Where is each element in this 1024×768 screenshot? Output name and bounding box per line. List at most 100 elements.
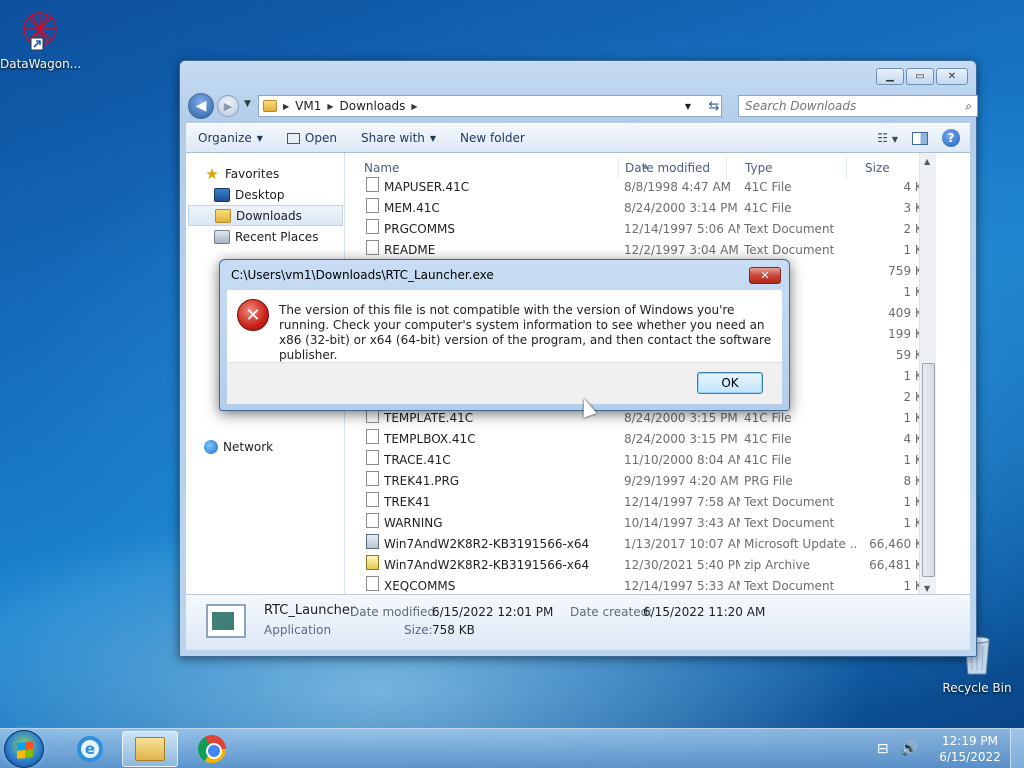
table-row[interactable]: MAPUSER.41C 8/8/1998 4:47 AM 41C File 4 KB (346, 177, 936, 198)
file-name: WARNING (384, 516, 443, 530)
scroll-up-icon[interactable]: ▲ (924, 157, 930, 166)
forward-button[interactable]: ▶ (217, 95, 239, 117)
table-row[interactable]: TREK41 12/14/1997 7:58 AM Text Document 1 K… (346, 492, 936, 513)
breadcrumb-vm1[interactable]: VM1 (295, 99, 321, 113)
ok-button[interactable]: OK (697, 372, 763, 394)
column-header-name[interactable]: Name ▲ (346, 157, 648, 179)
file-type: Text Document (744, 243, 835, 257)
file-name: README (384, 243, 436, 257)
application-thumbnail-icon (206, 604, 246, 638)
chevron-right-icon[interactable]: ▶ (411, 102, 417, 111)
taskbar-internet-explorer[interactable]: e (62, 731, 118, 767)
share-with-label: Share with (360, 131, 425, 145)
volume-icon[interactable]: 🔊 (901, 741, 918, 757)
chevron-down-icon[interactable]: ▼ (685, 102, 691, 111)
organize-button[interactable]: Organize ▼ (186, 131, 275, 145)
file-type: 41C File (744, 432, 792, 446)
file-date: 8/24/2000 3:15 PM (624, 411, 738, 425)
clock[interactable]: 12:19 PM 6/15/2022 (930, 733, 1010, 765)
refresh-button[interactable]: ⇆ (703, 95, 725, 117)
column-header-type[interactable]: Type (727, 157, 847, 179)
clock-time: 12:19 PM (942, 734, 998, 748)
table-row[interactable]: TRACE.41C 11/10/2000 8:04 AM 41C File 1 KB (346, 450, 936, 471)
start-button[interactable] (4, 730, 44, 768)
show-desktop-button[interactable] (1010, 729, 1024, 768)
table-row[interactable]: MEM.41C 8/24/2000 3:14 PM 41C File 3 KB (346, 198, 936, 219)
arrow-right-icon: ▶ (223, 99, 233, 113)
details-modified-label: Date modified: (350, 605, 440, 619)
search-box[interactable]: ⌕ (738, 95, 978, 117)
new-folder-button[interactable]: New folder (448, 131, 537, 145)
nav-recent-places[interactable]: Recent Places (188, 226, 343, 247)
recent-places-icon (214, 229, 230, 244)
maximize-button[interactable]: ▭ (906, 68, 934, 85)
search-input[interactable] (745, 99, 945, 113)
column-header-date[interactable]: Date modified (607, 157, 727, 179)
update-package-icon (366, 534, 379, 549)
internet-explorer-icon: e (77, 736, 103, 762)
file-date: 12/14/1997 5:06 AM (624, 222, 740, 236)
breadcrumb-downloads[interactable]: Downloads (340, 99, 406, 113)
column-header-size[interactable]: Size (847, 157, 919, 179)
help-icon[interactable]: ? (942, 129, 960, 147)
table-row[interactable]: README 12/2/1997 3:04 AM Text Document 1 KB (346, 240, 936, 261)
chevron-right-icon[interactable]: ▶ (327, 102, 333, 111)
file-icon (366, 450, 379, 465)
minimize-button[interactable]: ▁ (876, 68, 904, 85)
table-row[interactable]: TEMPLBOX.41C 8/24/2000 3:15 PM 41C File 4 K… (346, 429, 936, 450)
nav-label: Downloads (236, 208, 302, 223)
preview-pane-button[interactable] (912, 131, 928, 145)
details-size-value: 758 KB (432, 623, 475, 637)
dialog-close-button[interactable]: ✕ (749, 267, 781, 284)
error-icon: ✕ (237, 299, 269, 331)
desktop-icon-datawagon[interactable]: DataWagon... (0, 8, 81, 71)
view-options-button[interactable]: ☷ ▼ (877, 131, 898, 145)
back-button[interactable]: ◀ (188, 93, 214, 119)
file-name: Win7AndW2K8R2-KB3191566-x64 (384, 558, 590, 572)
file-type: Text Document (744, 516, 835, 530)
desktop-icon (214, 187, 230, 202)
taskbar-windows-explorer[interactable] (122, 731, 178, 767)
open-button[interactable]: Open (275, 131, 349, 145)
details-created-value: 6/15/2022 11:20 AM (643, 605, 766, 619)
nav-label: Favorites (225, 166, 280, 181)
datawagon-icon (23, 12, 57, 51)
file-date: 10/14/1997 3:43 AM (624, 516, 740, 530)
file-icon (366, 219, 379, 234)
address-row: ◀ ▶ ▼ ▶ VM1 ▶ Downloads ▶ ▼ ⇆ ⌕ (188, 93, 978, 119)
organize-label: Organize (198, 131, 252, 145)
details-created-label: Date created: (570, 605, 653, 619)
table-row[interactable]: TREK41.PRG 9/29/1997 4:20 AM PRG File 8 KB (346, 471, 936, 492)
file-name: TRACE.41C (384, 453, 451, 467)
vertical-scrollbar[interactable]: ▲ ▼ (919, 153, 936, 597)
file-date: 12/14/1997 7:58 AM (624, 495, 740, 509)
table-row[interactable]: Win7AndW2K8R2-KB3191566-x64 1/13/2017 10:… (346, 534, 936, 555)
nav-favorites[interactable]: ★ Favorites (188, 163, 343, 184)
scrollbar-thumb[interactable] (922, 363, 935, 577)
nav-network[interactable]: Network (188, 436, 343, 457)
file-icon (366, 198, 379, 213)
nav-desktop[interactable]: Desktop (188, 184, 343, 205)
share-with-button[interactable]: Share with ▼ (349, 131, 448, 145)
nav-label: Desktop (235, 187, 285, 202)
table-row[interactable]: TEMPLATE.41C 8/24/2000 3:15 PM 41C File 1 K… (346, 408, 936, 429)
table-row[interactable]: PRGCOMMS 12/14/1997 5:06 AM Text Document 2… (346, 219, 936, 240)
file-icon (366, 513, 379, 528)
zip-archive-icon (366, 555, 379, 570)
taskbar-google-chrome[interactable] (184, 731, 240, 767)
network-status-icon[interactable]: ⊟ (877, 741, 889, 757)
arrow-left-icon: ◀ (195, 98, 207, 114)
column-label: Name (364, 161, 400, 175)
scroll-down-icon[interactable]: ▼ (924, 584, 930, 593)
open-icon (286, 132, 300, 144)
address-bar[interactable]: ▶ VM1 ▶ Downloads ▶ ▼ (258, 95, 722, 117)
file-name: TEMPLBOX.41C (384, 432, 476, 446)
table-row[interactable]: WARNING 10/14/1997 3:43 AM Text Document 1 … (346, 513, 936, 534)
new-folder-label: New folder (460, 131, 525, 145)
nav-downloads[interactable]: Downloads (188, 205, 343, 226)
chevron-down-icon: ▼ (429, 133, 437, 143)
table-row[interactable]: Win7AndW2K8R2-KB3191566-x64 12/30/2021 5:… (346, 555, 936, 576)
close-button[interactable]: ✕ (936, 68, 968, 85)
recent-pages-button[interactable]: ▼ (244, 99, 251, 109)
search-icon[interactable]: ⌕ (965, 99, 972, 114)
